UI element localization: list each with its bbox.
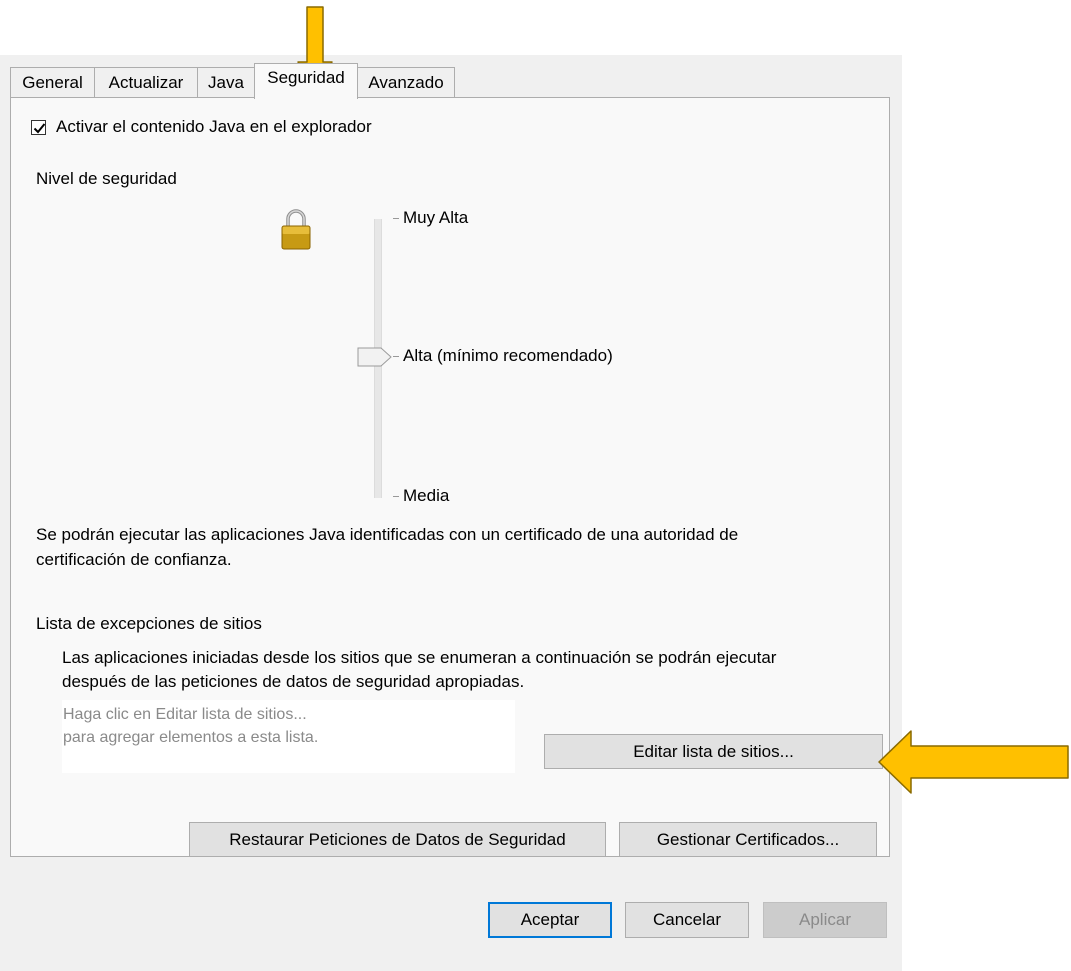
enable-java-label[interactable]: Activar el contenido Java en el explorad…	[56, 117, 372, 137]
security-level-heading: Nivel de seguridad	[36, 169, 177, 188]
arrow-left-annotation-icon	[878, 730, 1069, 794]
site-list-placeholder-line2: para agregar elementos a esta lista.	[63, 729, 319, 746]
apply-button[interactable]: Aplicar	[763, 902, 887, 938]
exception-list-heading: Lista de excepciones de sitios	[36, 614, 262, 633]
security-level-slider-thumb[interactable]	[357, 347, 393, 367]
edit-site-list-button[interactable]: Editar lista de sitios...	[544, 734, 883, 769]
tab-java[interactable]: Java	[197, 67, 255, 97]
tick-medium	[393, 496, 399, 497]
tick-very-high	[393, 218, 399, 219]
enable-java-checkbox[interactable]	[31, 120, 46, 135]
tick-high	[393, 356, 399, 357]
security-description-line1: Se podrán ejecutar las aplicaciones Java…	[36, 525, 739, 544]
exception-site-list[interactable]: Haga clic en Editar lista de sitios... p…	[62, 700, 515, 773]
tab-seguridad[interactable]: Seguridad	[254, 63, 358, 99]
padlock-icon	[281, 209, 311, 250]
exception-info-line2: después de las peticiones de datos de se…	[62, 672, 525, 691]
manage-certificates-button[interactable]: Gestionar Certificados...	[619, 822, 877, 857]
level-medium-label: Media	[403, 486, 450, 505]
tab-actualizar[interactable]: Actualizar	[94, 67, 198, 97]
tab-general[interactable]: General	[10, 67, 95, 97]
checkmark-icon	[33, 123, 46, 134]
site-list-placeholder-line1: Haga clic en Editar lista de sitios...	[63, 706, 307, 723]
level-high-label: Alta (mínimo recomendado)	[403, 346, 613, 365]
level-very-high-label: Muy Alta	[403, 208, 469, 227]
cancel-button[interactable]: Cancelar	[625, 902, 749, 938]
tab-avanzado[interactable]: Avanzado	[357, 67, 455, 97]
ok-button[interactable]: Aceptar	[488, 902, 612, 938]
restore-security-prompts-button[interactable]: Restaurar Peticiones de Datos de Segurid…	[189, 822, 606, 857]
security-description-line2: certificación de confianza.	[36, 550, 232, 569]
exception-info-line1: Las aplicaciones iniciadas desde los sit…	[62, 648, 777, 667]
